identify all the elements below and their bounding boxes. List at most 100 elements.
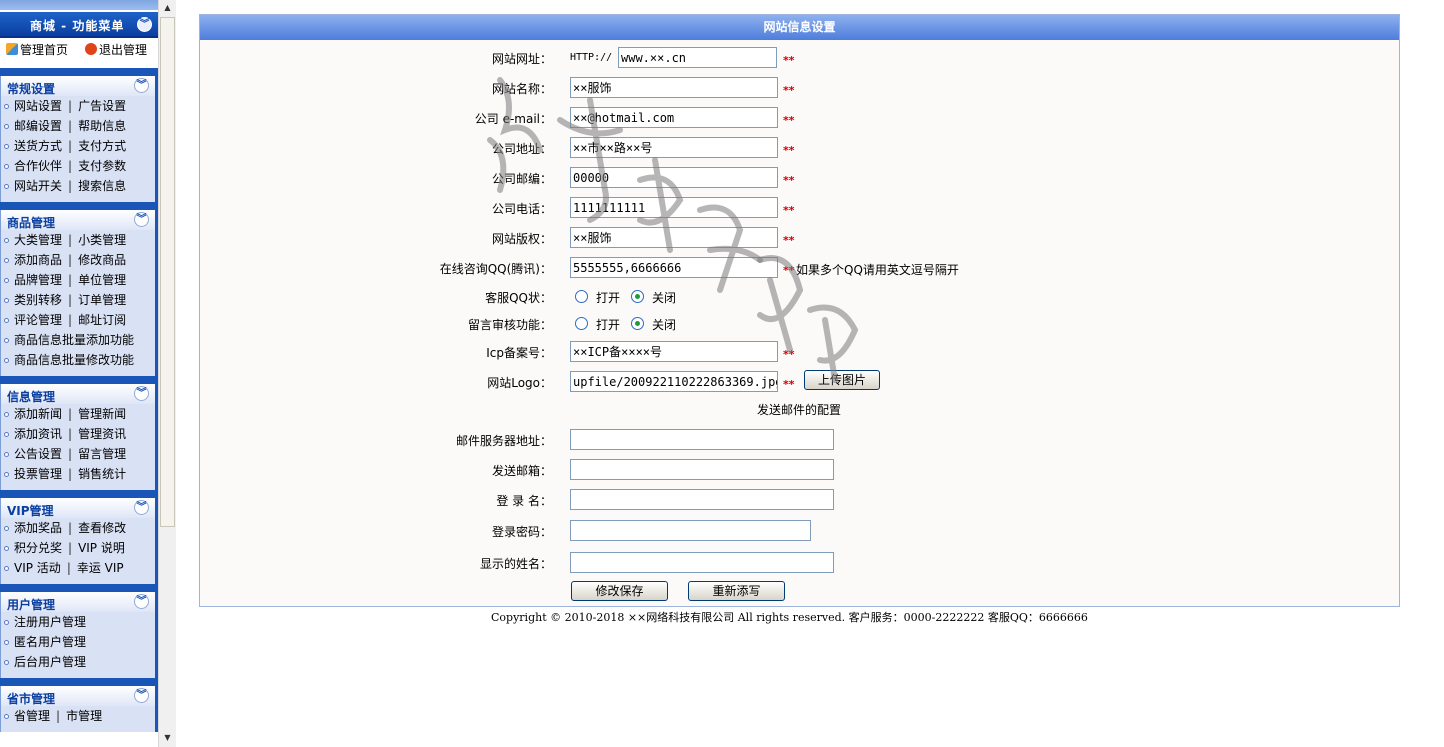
sidebar-link[interactable]: 添加新闻 [14, 407, 62, 421]
sidebar-link[interactable]: 邮编设置 [14, 119, 62, 133]
login-name-input[interactable] [570, 489, 834, 510]
sidebar-link[interactable]: 省管理 [14, 709, 50, 723]
sidebar-link[interactable]: 公告设置 [14, 447, 62, 461]
collapse-all-chevron-icon[interactable]: ︾ [137, 17, 152, 32]
sidebar-link[interactable]: 网站开关 [14, 179, 62, 193]
qq-hint: 如果多个QQ请用英文逗号隔开 [796, 263, 959, 277]
site-name-input[interactable] [570, 77, 778, 98]
sidebar-link[interactable]: 大类管理 [14, 233, 62, 247]
bullet-icon [4, 104, 9, 109]
bullet-icon [4, 258, 9, 263]
icp-input[interactable] [570, 341, 778, 362]
sidebar-link[interactable]: 邮址订阅 [78, 313, 126, 327]
sidebar-link[interactable]: 管理资讯 [78, 427, 126, 441]
sidebar-link[interactable]: VIP 说明 [78, 541, 125, 555]
site-url-input[interactable] [618, 47, 777, 68]
sidebar-link[interactable]: 查看修改 [78, 521, 126, 535]
sidebar-link[interactable]: 投票管理 [14, 467, 62, 481]
chevron-down-icon[interactable]: ︾ [134, 594, 149, 609]
sidebar-link[interactable]: 幸运 VIP [77, 561, 124, 575]
scroll-down-arrow-icon[interactable]: ▼ [159, 730, 176, 746]
reset-button[interactable]: 重新添写 [688, 581, 785, 601]
scrollbar-thumb[interactable] [160, 17, 175, 527]
review-open-radio[interactable] [575, 317, 588, 330]
sidebar-item-row: 评论管理 | 邮址订阅 [1, 310, 155, 330]
bullet-icon [4, 546, 9, 551]
chevron-down-icon[interactable]: ︾ [134, 688, 149, 703]
logout-link[interactable]: 退出管理 [85, 41, 147, 58]
sidebar-link[interactable]: 送货方式 [14, 139, 62, 153]
chevron-down-icon[interactable]: ︾ [134, 500, 149, 515]
sidebar-link[interactable]: 添加奖品 [14, 521, 62, 535]
qq-status-open-radio[interactable] [575, 290, 588, 303]
upload-image-button[interactable]: 上传图片 [804, 370, 880, 390]
home-link[interactable]: 管理首页 [6, 41, 68, 58]
display-name-input[interactable] [570, 552, 834, 573]
sidebar-link[interactable]: 管理新闻 [78, 407, 126, 421]
sidebar-link[interactable]: 商品信息批量添加功能 [14, 333, 134, 347]
sidebar-link[interactable]: 单位管理 [78, 273, 126, 287]
sidebar-link[interactable]: 小类管理 [78, 233, 126, 247]
link-separator: | [68, 467, 73, 481]
scroll-up-arrow-icon[interactable]: ▲ [159, 0, 176, 16]
sidebar-link[interactable]: 品牌管理 [14, 273, 62, 287]
chevron-down-icon[interactable]: ︾ [134, 78, 149, 93]
sidebar-link[interactable]: 合作伙伴 [14, 159, 62, 173]
chevron-down-icon[interactable]: ︾ [134, 212, 149, 227]
logo-path-input[interactable] [570, 371, 778, 392]
sidebar-link[interactable]: 商品信息批量修改功能 [14, 353, 134, 367]
sidebar-link[interactable]: 添加商品 [14, 253, 62, 267]
sidebar-link[interactable]: 网站设置 [14, 99, 62, 113]
chevron-down-icon[interactable]: ︾ [134, 386, 149, 401]
sidebar-section-header[interactable]: 用户管理 ︾ [1, 592, 155, 612]
qq-input[interactable] [570, 257, 778, 278]
sidebar-link[interactable]: 广告设置 [78, 99, 126, 113]
bullet-icon [4, 278, 9, 283]
sidebar-link[interactable]: 添加资讯 [14, 427, 62, 441]
copyright-label: 网站版权： [491, 232, 552, 246]
sidebar-link[interactable]: 类别转移 [14, 293, 62, 307]
sidebar-link[interactable]: 搜索信息 [78, 179, 126, 193]
sidebar-link[interactable]: 支付方式 [78, 139, 126, 153]
qq-status-close-radio[interactable] [631, 290, 644, 303]
sidebar-link[interactable]: 市管理 [66, 709, 102, 723]
sidebar-link[interactable]: 修改商品 [78, 253, 126, 267]
sidebar-link[interactable]: 留言管理 [78, 447, 126, 461]
sidebar-link[interactable]: 销售统计 [78, 467, 126, 481]
section-divider-bar [0, 490, 158, 498]
login-password-input[interactable] [570, 520, 811, 541]
sidebar-item-row: 网站开关 | 搜索信息 [1, 176, 155, 196]
sidebar-link[interactable]: VIP 活动 [14, 561, 61, 575]
sidebar-section-header[interactable]: 常规设置 ︾ [1, 76, 155, 96]
login-password-row: 登录密码： [200, 519, 1400, 543]
sidebar-scrollbar[interactable]: ▲ ▼ [158, 0, 176, 747]
sidebar-link[interactable]: 订单管理 [78, 293, 126, 307]
sidebar: 商城 - 功能菜单 ︾ 管理首页 退出管理 常规设置 ︾ 网站设置 | 广告设置 邮编设置… [0, 0, 158, 747]
sidebar-section-title: 常规设置 [7, 82, 56, 96]
sidebar-link[interactable]: 积分兑奖 [14, 541, 62, 555]
email-input[interactable] [570, 107, 778, 128]
mail-server-input[interactable] [570, 429, 834, 450]
phone-input[interactable] [570, 197, 778, 218]
sidebar-link[interactable]: 评论管理 [14, 313, 62, 327]
sidebar-section-header[interactable]: VIP管理 ︾ [1, 498, 155, 518]
sidebar-link[interactable]: 帮助信息 [78, 119, 126, 133]
sidebar-section-header[interactable]: 商品管理 ︾ [1, 210, 155, 230]
sidebar-link[interactable]: 后台用户管理 [14, 655, 86, 669]
postcode-input[interactable] [570, 167, 778, 188]
link-separator: | [68, 273, 73, 287]
sidebar-link[interactable]: 支付参数 [78, 159, 126, 173]
copyright-input[interactable] [570, 227, 778, 248]
sidebar-link[interactable]: 匿名用户管理 [14, 635, 86, 649]
sidebar-link[interactable]: 注册用户管理 [14, 615, 86, 629]
icp-row: Icp备案号： ** [200, 340, 1400, 364]
sidebar-section-header[interactable]: 省市管理 ︾ [1, 686, 155, 706]
link-separator: | [68, 541, 73, 555]
link-separator: | [68, 253, 73, 267]
sender-email-input[interactable] [570, 459, 834, 480]
review-close-radio[interactable] [631, 317, 644, 330]
sidebar-section-header[interactable]: 信息管理 ︾ [1, 384, 155, 404]
save-button[interactable]: 修改保存 [571, 581, 668, 601]
sidebar-quick-links: 管理首页 退出管理 [0, 38, 158, 60]
address-input[interactable] [570, 137, 778, 158]
